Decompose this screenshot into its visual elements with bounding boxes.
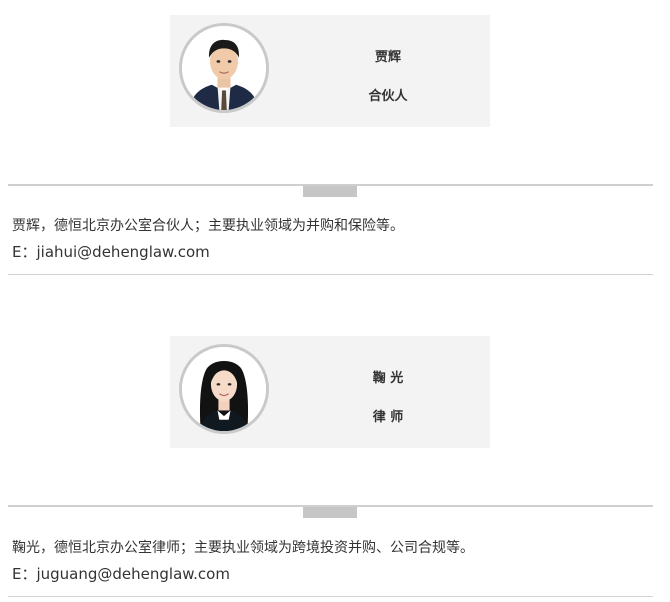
profile-title: 律 师 <box>372 410 404 425</box>
profile-card-2: 鞠 光 律 师 <box>170 336 490 448</box>
portrait-photo-female <box>182 347 266 431</box>
profile-card-1: 贾辉 合伙人 <box>170 15 490 127</box>
profile-email: E：jiahui@dehenglaw.com <box>12 243 210 261</box>
divider-tab <box>303 507 357 518</box>
avatar <box>179 344 269 434</box>
profile-name: 鞠 光 <box>372 371 404 386</box>
profile-bio: 鞠光，德恒北京办公室律师；主要执业领域为跨境投资并购、公司合规等。 <box>12 540 474 556</box>
avatar <box>179 23 269 113</box>
portrait-photo-male <box>182 26 266 110</box>
section-bottom-rule <box>8 596 653 597</box>
profile-email: E：juguang@dehenglaw.com <box>12 565 230 583</box>
divider-tab <box>303 186 357 197</box>
section-bottom-rule <box>8 274 653 275</box>
profile-name: 贾辉 <box>374 50 401 65</box>
profile-title: 合伙人 <box>368 89 408 104</box>
profile-bio: 贾辉，德恒北京办公室合伙人；主要执业领域为并购和保险等。 <box>12 218 404 234</box>
